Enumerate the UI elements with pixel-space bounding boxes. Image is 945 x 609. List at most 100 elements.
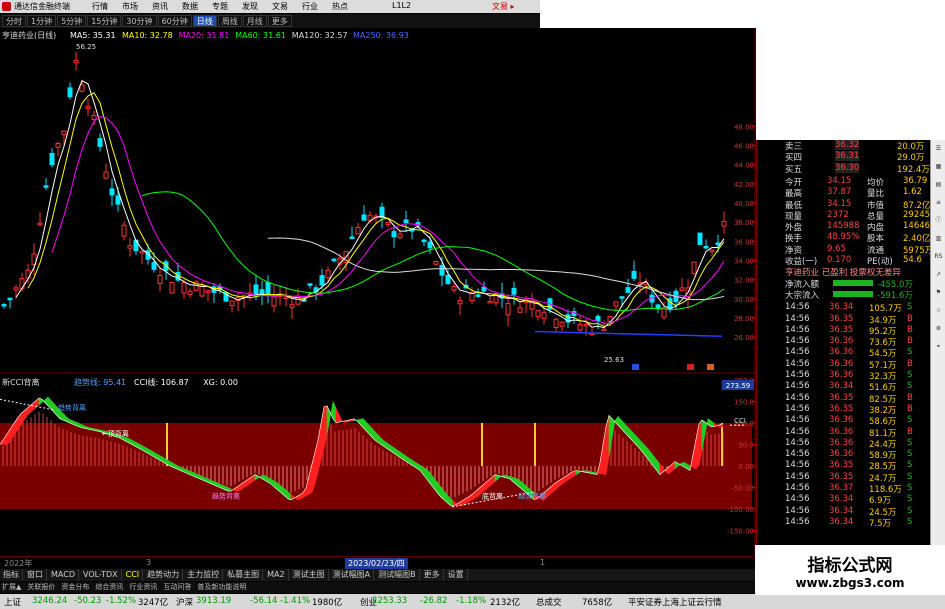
kline-chart[interactable]: 亨迪药业(日线) MA5: 35.31 MA10: 32.78 MA20: 31.81… xyxy=(0,28,756,374)
event-marker-icon[interactable] xyxy=(707,364,714,370)
quote-panel: 卖三 36.32 20.0万 买四 36.31 29.0万 买五 36.30 192.4万 今开 3… xyxy=(756,140,935,594)
trade-time: 14:56 xyxy=(785,505,810,516)
period-button[interactable]: 5分钟 xyxy=(57,15,87,27)
quote-row: 14:56 36.35 34.9万 B xyxy=(757,313,931,326)
menu-item[interactable]: 数据 xyxy=(182,1,198,12)
indicator-tab[interactable]: 测试主图 xyxy=(290,569,329,581)
period-button[interactable]: 月线 xyxy=(242,15,267,27)
period-button[interactable]: 周线 xyxy=(217,15,242,27)
flag-icon[interactable]: ⚑ xyxy=(933,288,944,297)
menu-item[interactable]: 专题 xyxy=(212,1,228,12)
extension-tab[interactable]: 关联报价 xyxy=(27,582,55,593)
status-item: 3247亿 xyxy=(138,598,169,608)
quote-row: 最高 37.87 量比 1.62 xyxy=(757,187,931,199)
trade-time: 14:56 xyxy=(785,347,810,358)
status-item: 1980亿 xyxy=(312,598,343,608)
indicator-tab[interactable]: MACD xyxy=(48,569,79,581)
rsi-icon[interactable]: RS xyxy=(933,252,944,261)
indicator-tab[interactable]: 私募主图 xyxy=(224,569,264,581)
quote-row: 换手 48.95% 股本 2.40亿 xyxy=(757,232,931,244)
candle xyxy=(127,245,133,249)
quote-row: 14:56 36.34 51.6万 S xyxy=(757,381,931,394)
period-button[interactable]: 更多 xyxy=(267,15,292,27)
trade-time: 14:56 xyxy=(785,426,810,437)
extension-tab[interactable]: 资金分布 xyxy=(61,582,89,593)
candle xyxy=(559,321,565,327)
menu-item[interactable]: 文易 xyxy=(272,1,288,12)
status-item: -50.23 xyxy=(74,596,102,606)
candle xyxy=(205,289,211,293)
trade-volume: 51.6万 xyxy=(869,383,897,394)
menu-icon[interactable]: ☰ xyxy=(933,144,944,153)
extension-tab[interactable]: 互动问答 xyxy=(163,582,191,593)
candle xyxy=(511,287,517,295)
stat-key: 最低 xyxy=(785,200,803,211)
candle xyxy=(79,84,85,92)
star-icon[interactable]: ☆ xyxy=(933,306,944,315)
chart-icon[interactable]: ▤ xyxy=(933,180,944,189)
trade-direction: S xyxy=(907,370,913,380)
stat-value: 36.79 xyxy=(903,175,928,186)
cci-indicator-chart[interactable]: 新CCI背离趋势线: 95.41CCI线: 106.87XG: 0.00250.… xyxy=(0,376,756,556)
watermark-url: www.zbgs3.com xyxy=(795,576,905,590)
trade-price: 36.36 xyxy=(829,370,854,380)
candle xyxy=(91,114,97,121)
stat-key: 流通 xyxy=(867,245,885,256)
indicator-tab[interactable]: 窗口 xyxy=(24,569,47,581)
order-volume: 20.0万 xyxy=(897,142,925,152)
list-icon[interactable]: ≡ xyxy=(933,198,944,207)
arrow-icon[interactable]: ↗ xyxy=(933,270,944,279)
price-tick: 46.00 xyxy=(734,142,754,150)
indicator-tab[interactable]: MA2 xyxy=(264,569,289,581)
menu-item[interactable]: 行情 xyxy=(92,1,108,12)
status-item: 2132亿 xyxy=(490,598,521,608)
trade-volume: 34.9万 xyxy=(869,315,897,326)
candle xyxy=(691,261,697,274)
period-button[interactable]: 1分钟 xyxy=(27,15,57,27)
candle xyxy=(535,310,541,318)
version-label: L1L2 xyxy=(392,1,412,10)
menu-item[interactable]: 行业 xyxy=(302,1,318,12)
trade-button[interactable]: 文易 ▸ xyxy=(492,1,515,12)
indicator-tab[interactable]: 主力监控 xyxy=(184,569,224,581)
indicator-tab[interactable]: 设置 xyxy=(445,569,468,581)
bars-icon[interactable]: ▥ xyxy=(933,234,944,243)
period-button[interactable]: 15分钟 xyxy=(87,15,122,27)
menu-item[interactable]: 资讯 xyxy=(152,1,168,12)
extension-tab[interactable]: 综合资讯 xyxy=(95,582,123,593)
menu-item[interactable]: 发现 xyxy=(242,1,258,12)
extension-tab[interactable]: 行业资讯 xyxy=(129,582,157,593)
menu-item[interactable]: 市场 xyxy=(122,1,138,12)
stat-key: 收益(一) xyxy=(785,257,818,267)
extension-tab[interactable]: 普及新功能说明 xyxy=(197,582,246,593)
indicator-tab[interactable]: 趋势动力 xyxy=(144,569,184,581)
indicator-tab[interactable]: 指标 xyxy=(0,569,23,581)
event-marker-icon[interactable] xyxy=(687,364,694,370)
candle xyxy=(703,245,709,249)
period-button[interactable]: 60分钟 xyxy=(157,15,192,27)
period-button[interactable]: 分时 xyxy=(2,15,26,27)
trade-price: 36.35 xyxy=(829,403,854,414)
extension-tab[interactable]: 扩展▲ xyxy=(2,582,21,593)
info-icon[interactable]: ⓘ xyxy=(933,216,944,225)
indicator-tab[interactable]: CCI xyxy=(123,569,144,581)
flow-bar xyxy=(833,279,873,286)
event-marker-icon[interactable] xyxy=(632,364,639,370)
trade-time: 14:56 xyxy=(785,313,810,324)
indicator-tab[interactable]: 测试幅图A xyxy=(330,569,375,581)
trade-direction: S xyxy=(907,302,913,313)
trade-volume: 54.5万 xyxy=(869,349,897,360)
candle xyxy=(481,286,487,292)
indicator-tab[interactable]: VOL-TDX xyxy=(80,569,122,581)
grid-icon[interactable]: ▦ xyxy=(933,162,944,171)
indicator-tab[interactable]: 测试幅图B xyxy=(375,569,420,581)
candle xyxy=(109,188,115,196)
trade-volume: 81.1万 xyxy=(869,428,897,439)
period-button[interactable]: 30分钟 xyxy=(122,15,157,27)
menu-item[interactable]: 热点 xyxy=(332,1,348,12)
gear-icon[interactable]: ⚙ xyxy=(933,324,944,333)
indicator-tab[interactable]: 更多 xyxy=(421,569,444,581)
period-button[interactable]: 日线 xyxy=(192,15,217,27)
indicator-tabs: 指标 窗口 MACD VOL-TDX CCI 趋势动力 主力监控 私募主图 MA2 测试主图 测试幅… xyxy=(0,569,756,581)
pin-icon[interactable]: ⌖ xyxy=(933,342,944,351)
